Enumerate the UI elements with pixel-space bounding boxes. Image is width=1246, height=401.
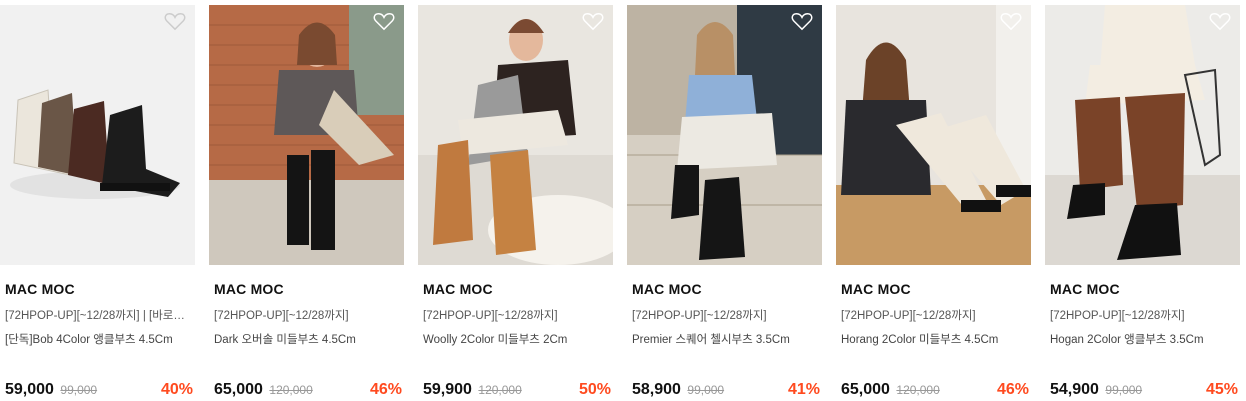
product-image[interactable] bbox=[627, 5, 822, 265]
price-row: 59,900 120,000 50% bbox=[423, 381, 613, 401]
price-row: 59,000 99,000 40% bbox=[5, 381, 195, 401]
sale-price: 59,900 bbox=[423, 381, 472, 398]
product-title[interactable]: Premier 스퀘어 첼시부츠 3.5Cm bbox=[632, 331, 820, 347]
wishlist-heart-icon[interactable] bbox=[1000, 11, 1022, 31]
original-price: 99,000 bbox=[687, 383, 725, 397]
product-photo-model bbox=[209, 5, 404, 265]
original-price: 120,000 bbox=[478, 383, 522, 397]
sale-price: 65,000 bbox=[841, 381, 890, 398]
product-title[interactable]: Hogan 2Color 앵클부츠 3.5Cm bbox=[1050, 331, 1238, 347]
product-image[interactable] bbox=[0, 5, 195, 265]
sale-price: 65,000 bbox=[214, 381, 263, 398]
wishlist-heart-icon[interactable] bbox=[373, 11, 395, 31]
price-row: 58,900 99,000 41% bbox=[632, 381, 822, 401]
product-card[interactable]: MAC MOC [72HPOP-UP][~12/28까지] | [바로… [단독… bbox=[0, 0, 195, 401]
discount-rate: 40% bbox=[160, 381, 193, 398]
sale-price: 54,900 bbox=[1050, 381, 1099, 398]
product-title[interactable]: Woolly 2Color 미들부츠 2Cm bbox=[423, 331, 611, 347]
product-card[interactable]: MAC MOC [72HPOP-UP][~12/28까지] Hogan 2Col… bbox=[1045, 0, 1240, 401]
discount-rate: 46% bbox=[369, 381, 402, 398]
discount-rate: 50% bbox=[578, 381, 611, 398]
sale-price: 59,000 bbox=[5, 381, 54, 398]
original-price: 99,000 bbox=[60, 383, 98, 397]
discount-rate: 46% bbox=[996, 381, 1029, 398]
discount-rate: 41% bbox=[787, 381, 820, 398]
product-grid: MAC MOC [72HPOP-UP][~12/28까지] | [바로… [단독… bbox=[0, 0, 1246, 401]
original-price: 120,000 bbox=[896, 383, 940, 397]
original-price: 120,000 bbox=[269, 383, 313, 397]
product-photo-model bbox=[836, 5, 1031, 265]
wishlist-heart-icon[interactable] bbox=[1209, 11, 1231, 31]
price-row: 65,000 120,000 46% bbox=[214, 381, 404, 401]
promo-text: [72HPOP-UP][~12/28까지] bbox=[632, 310, 767, 322]
wishlist-heart-icon[interactable] bbox=[582, 11, 604, 31]
product-card[interactable]: MAC MOC [72HPOP-UP][~12/28까지] Horang 2Co… bbox=[836, 0, 1031, 401]
brand-name: MAC MOC bbox=[423, 281, 493, 297]
brand-name: MAC MOC bbox=[5, 281, 75, 297]
price-row: 54,900 99,000 45% bbox=[1050, 381, 1240, 401]
product-title[interactable]: Horang 2Color 미들부츠 4.5Cm bbox=[841, 331, 1029, 347]
wishlist-heart-icon[interactable] bbox=[164, 11, 186, 31]
product-photo-model bbox=[1045, 5, 1240, 265]
discount-rate: 45% bbox=[1205, 381, 1238, 398]
product-photo-boots bbox=[0, 5, 195, 265]
product-photo-model bbox=[627, 5, 822, 265]
brand-name: MAC MOC bbox=[841, 281, 911, 297]
brand-name: MAC MOC bbox=[1050, 281, 1120, 297]
promo-text: [72HPOP-UP][~12/28까지] bbox=[214, 310, 349, 322]
product-card[interactable]: MAC MOC [72HPOP-UP][~12/28까지] Premier 스퀘… bbox=[627, 0, 822, 401]
product-image[interactable] bbox=[209, 5, 404, 265]
product-image[interactable] bbox=[1045, 5, 1240, 265]
product-image[interactable] bbox=[836, 5, 1031, 265]
product-photo-model bbox=[418, 5, 613, 265]
wishlist-heart-icon[interactable] bbox=[791, 11, 813, 31]
brand-name: MAC MOC bbox=[214, 281, 284, 297]
product-title[interactable]: Dark 오버솔 미들부츠 4.5Cm bbox=[214, 331, 402, 347]
original-price: 99,000 bbox=[1105, 383, 1143, 397]
product-image[interactable] bbox=[418, 5, 613, 265]
sale-price: 58,900 bbox=[632, 381, 681, 398]
promo-text: [72HPOP-UP][~12/28까지] bbox=[423, 310, 558, 322]
promo-text: [72HPOP-UP][~12/28까지] | [바로… bbox=[5, 310, 185, 322]
product-card[interactable]: MAC MOC [72HPOP-UP][~12/28까지] Woolly 2Co… bbox=[418, 0, 613, 401]
product-title[interactable]: [단독]Bob 4Color 앵클부츠 4.5Cm bbox=[5, 331, 193, 347]
product-card[interactable]: MAC MOC [72HPOP-UP][~12/28까지] Dark 오버솔 미… bbox=[209, 0, 404, 401]
promo-text: [72HPOP-UP][~12/28까지] bbox=[841, 310, 976, 322]
brand-name: MAC MOC bbox=[632, 281, 702, 297]
promo-text: [72HPOP-UP][~12/28까지] bbox=[1050, 310, 1185, 322]
price-row: 65,000 120,000 46% bbox=[841, 381, 1031, 401]
